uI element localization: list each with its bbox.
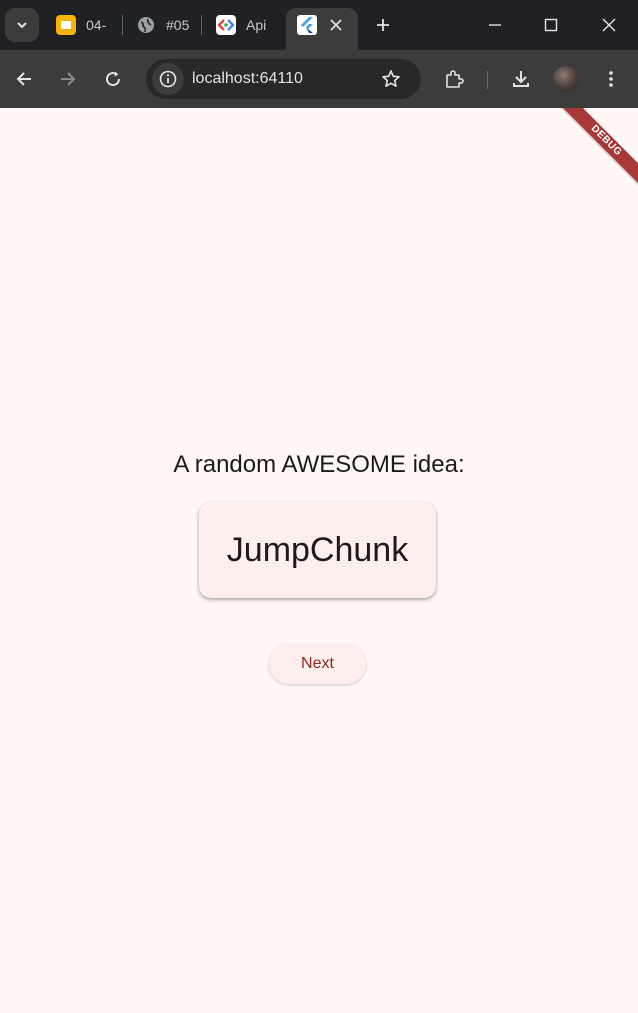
slides-icon [56,15,76,35]
info-icon [159,70,177,88]
new-tab-button[interactable] [370,12,396,38]
toolbar-separator [487,71,488,89]
site-info-button[interactable] [152,63,184,95]
downloads-button[interactable] [507,65,535,93]
extensions-button[interactable] [440,65,468,93]
tab-strip: 04- #05 Api [0,0,638,50]
star-icon [382,70,400,87]
tab-label: 04- [86,17,107,33]
menu-button[interactable] [597,65,625,93]
tab-separator [201,15,202,35]
more-vert-icon [609,71,613,87]
arrow-right-icon [61,72,76,86]
minimize-button[interactable] [480,10,510,40]
close-icon [330,19,342,31]
tab-slides[interactable]: 04- [56,8,112,42]
globe-icon [136,15,156,35]
idea-text: JumpChunk [226,530,409,569]
download-icon [513,71,529,87]
browser-toolbar: localhost:64110 [0,50,638,108]
plus-icon [377,19,389,31]
tab-separator [122,15,123,35]
tab-label: #05 [166,17,190,33]
reload-icon [106,71,121,87]
tab-close-button[interactable] [324,13,348,37]
maximize-icon [544,18,558,32]
address-bar[interactable]: localhost:64110 [146,59,421,99]
maximize-button[interactable] [536,10,566,40]
puzzle-icon [446,70,464,88]
forward-button[interactable] [54,65,82,93]
colab-icon [216,15,236,35]
bookmark-button[interactable] [378,66,404,92]
tab-issue[interactable]: #05 [136,8,190,42]
idea-heading: A random AWESOME idea: [173,451,465,478]
arrow-left-icon [16,72,31,86]
app-viewport: DEBUG A random AWESOME idea: JumpChunk N… [0,108,638,1013]
debug-banner: DEBUG [558,108,638,189]
minimize-icon [489,24,501,26]
chevron-down-icon [17,22,27,29]
reload-button[interactable] [99,65,127,93]
flutter-icon [297,15,317,35]
next-button[interactable]: Next [269,644,366,684]
idea-card: JumpChunk [199,502,436,598]
url-text[interactable]: localhost:64110 [192,70,303,88]
close-window-button[interactable] [594,10,624,40]
close-icon [602,18,616,32]
back-button[interactable] [10,65,38,93]
tab-colab[interactable]: Api [216,8,270,42]
profile-avatar[interactable] [553,66,579,92]
tab-label: Api [246,17,267,33]
tab-search-button[interactable] [5,8,39,42]
